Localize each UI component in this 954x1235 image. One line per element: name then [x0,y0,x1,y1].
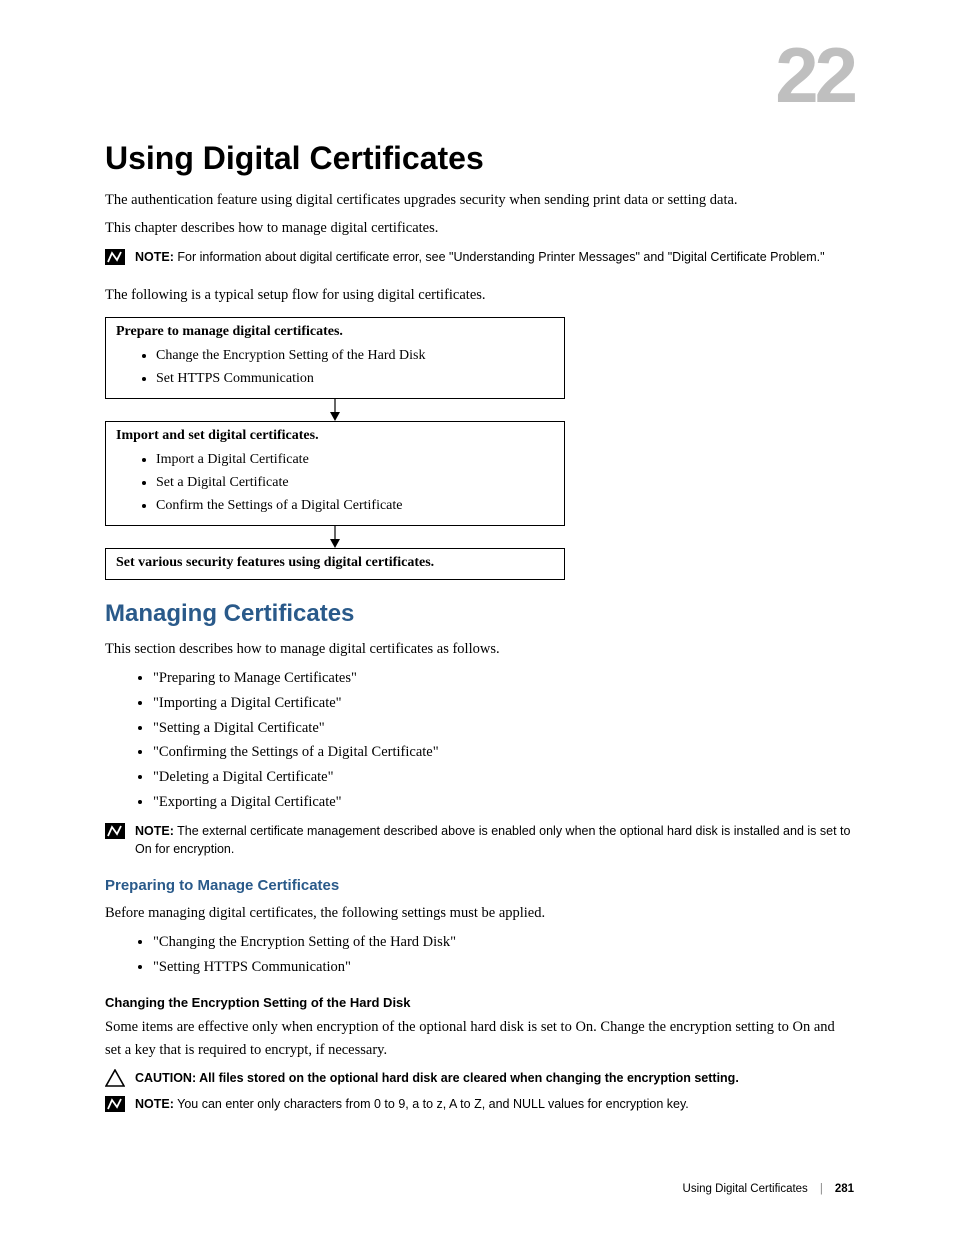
note-text: NOTE: The external certificate managemen… [135,822,854,858]
flow-box-prepare: Prepare to manage digital certificates. … [105,317,565,399]
note-body: The external certificate management desc… [135,824,850,856]
intro-paragraph-2: This chapter describes how to manage dig… [105,217,854,239]
note-body: You can enter only characters from 0 to … [174,1097,689,1111]
flow-box-title: Prepare to manage digital certificates. [116,324,554,340]
note-icon [105,1096,125,1112]
list-item: "Preparing to Manage Certificates" [153,666,854,691]
note-body: For information about digital certificat… [174,250,825,264]
section-heading-managing: Managing Certificates [105,600,854,628]
note-block: NOTE: You can enter only characters from… [105,1095,854,1113]
flow-intro: The following is a typical setup flow fo… [105,284,854,306]
flow-box-security: Set various security features using digi… [105,548,565,580]
list-item: "Deleting a Digital Certificate" [153,765,854,790]
page-number: 281 [835,1183,854,1195]
list-item: "Confirming the Settings of a Digital Ce… [153,740,854,765]
list-item: "Setting a Digital Certificate" [153,716,854,741]
subsubsection-heading-encryption: Changing the Encryption Setting of the H… [105,995,854,1010]
footer-title: Using Digital Certificates [683,1183,808,1195]
list-item: "Changing the Encryption Setting of the … [153,930,854,955]
preparing-list: "Changing the Encryption Setting of the … [105,930,854,979]
note-label: NOTE: [135,1097,174,1111]
note-label: NOTE: [135,250,174,264]
flow-item: Set a Digital Certificate [156,471,554,494]
flow-arrow-icon [105,526,565,548]
page-title: Using Digital Certificates [105,140,854,177]
flow-diagram: Prepare to manage digital certificates. … [105,317,565,580]
flow-item: Change the Encryption Setting of the Har… [156,344,554,367]
flow-arrow-icon [105,399,565,421]
list-item: "Exporting a Digital Certificate" [153,790,854,815]
note-text: NOTE: You can enter only characters from… [135,1095,854,1113]
flow-item: Import a Digital Certificate [156,448,554,471]
subsection-heading-preparing: Preparing to Manage Certificates [105,877,854,894]
subsubsection-body: Some items are effective only when encry… [105,1016,854,1061]
managing-list: "Preparing to Manage Certificates" "Impo… [105,666,854,814]
flow-item: Confirm the Settings of a Digital Certif… [156,494,554,517]
flow-box-title: Import and set digital certificates. [116,428,554,444]
caution-block: CAUTION: All files stored on the optiona… [105,1069,854,1087]
footer-separator: | [820,1183,823,1195]
intro-paragraph-1: The authentication feature using digital… [105,189,854,211]
note-block: NOTE: For information about digital cert… [105,248,854,266]
section-intro: This section describes how to manage dig… [105,638,854,660]
caution-text: CAUTION: All files stored on the optiona… [135,1069,854,1087]
note-text: NOTE: For information about digital cert… [135,248,854,266]
note-icon [105,823,125,839]
note-label: NOTE: [135,824,174,838]
list-item: "Importing a Digital Certificate" [153,691,854,716]
flow-box-import: Import and set digital certificates. Imp… [105,421,565,526]
caution-body: All files stored on the optional hard di… [196,1071,739,1085]
caution-icon [105,1069,125,1087]
note-block: NOTE: The external certificate managemen… [105,822,854,858]
list-item: "Setting HTTPS Communication" [153,955,854,980]
caution-label: CAUTION: [135,1071,196,1085]
flow-box-title: Set various security features using digi… [116,555,554,571]
note-icon [105,249,125,265]
page-footer: Using Digital Certificates | 281 [683,1183,854,1195]
flow-item: Set HTTPS Communication [156,367,554,390]
subsection-intro: Before managing digital certificates, th… [105,902,854,924]
chapter-number: 22 [775,30,854,121]
